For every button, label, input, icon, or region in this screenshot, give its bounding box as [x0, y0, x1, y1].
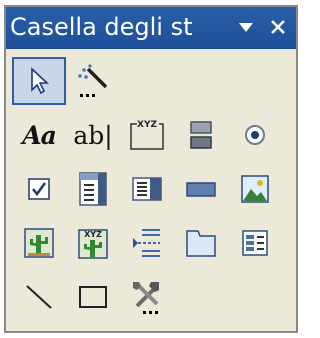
- rectangle-icon: [79, 286, 107, 308]
- tools-icon: [133, 282, 159, 314]
- label-tool[interactable]: Aa: [12, 111, 66, 159]
- combo-box-icon: [79, 172, 107, 206]
- magic-wand-icon: [78, 64, 108, 97]
- line-tool[interactable]: [12, 273, 66, 321]
- pointer-arrow-icon: [31, 67, 50, 95]
- window-title: Casella degli st: [10, 13, 193, 41]
- unbound-object-frame-tool[interactable]: [12, 219, 66, 267]
- radio-button-icon: [245, 125, 265, 145]
- line-icon: [26, 285, 52, 309]
- option-group-tool-text: XYZ: [137, 120, 157, 130]
- bound-object-tool-text: XYZ: [84, 230, 102, 239]
- list-box-tool[interactable]: [120, 165, 174, 213]
- title-bar[interactable]: Casella degli st: [6, 7, 296, 49]
- toggle-button-icon: [190, 121, 212, 149]
- command-button-tool[interactable]: [174, 165, 228, 213]
- option-group-tool[interactable]: XYZ: [120, 111, 174, 159]
- picture-icon: [241, 175, 269, 203]
- close-button[interactable]: [264, 12, 292, 42]
- tool-grid: Aa ab| XYZ XYZ: [12, 57, 292, 327]
- label-tool-text: Aa: [22, 120, 57, 150]
- bound-object-icon: XYZ: [78, 229, 108, 259]
- more-controls-tool[interactable]: [120, 273, 174, 321]
- subform-tool[interactable]: [228, 219, 282, 267]
- image-tool[interactable]: [228, 165, 282, 213]
- rectangle-tool[interactable]: [66, 273, 120, 321]
- group-frame-icon: XYZ: [130, 120, 164, 150]
- list-box-icon: [132, 177, 162, 201]
- checkbox-icon: [28, 178, 50, 200]
- check-box-tool[interactable]: [12, 165, 66, 213]
- command-button-icon: [186, 182, 216, 197]
- select-objects-tool[interactable]: [12, 57, 66, 105]
- toolbar-options-button[interactable]: [232, 12, 260, 42]
- bound-object-frame-tool[interactable]: XYZ: [66, 219, 120, 267]
- textbox-tool[interactable]: ab|: [66, 111, 120, 159]
- dropdown-arrow-icon: [239, 22, 253, 32]
- tab-control-icon: [186, 230, 216, 257]
- toggle-button-tool[interactable]: [174, 111, 228, 159]
- textbox-tool-text: ab|: [73, 120, 113, 150]
- control-wizards-tool[interactable]: [66, 57, 120, 105]
- cactus-object-icon: [24, 228, 54, 258]
- close-icon: [271, 20, 285, 34]
- page-break-tool[interactable]: [120, 219, 174, 267]
- tab-control-tool[interactable]: [174, 219, 228, 267]
- page-break-icon: [133, 229, 160, 257]
- subform-icon: [242, 230, 268, 256]
- combo-box-tool[interactable]: [66, 165, 120, 213]
- toolbox-window: Casella degli st Aa ab| XYZ XYZ: [4, 5, 298, 333]
- option-button-tool[interactable]: [228, 111, 282, 159]
